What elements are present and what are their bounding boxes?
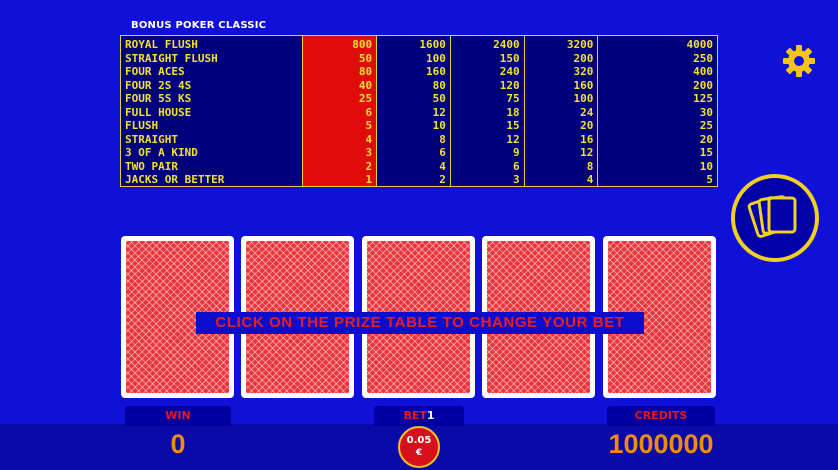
bet-label-tab: BET1 xyxy=(374,406,464,426)
payout-cell: 9 xyxy=(513,146,520,159)
payout-cell: 15 xyxy=(506,119,520,132)
payout-cell: 50 xyxy=(432,92,446,105)
payout-cell: 150 xyxy=(499,51,520,65)
hand-name: FOUR 2S 4S xyxy=(125,78,192,92)
hand-name: 3 OF A KIND xyxy=(125,146,198,159)
payout-cell: 20 xyxy=(699,132,714,146)
payout-cell: 50 xyxy=(358,51,373,65)
payout-cell: 2 xyxy=(439,173,446,186)
payout-cell: 100 xyxy=(426,51,446,65)
payout-cell: 2 xyxy=(365,159,373,173)
coin-value: 0.05 xyxy=(406,435,432,446)
payout-cell: 250 xyxy=(693,51,714,65)
hand-name: FOUR 5S KS xyxy=(125,92,192,105)
hand-name: JACKS OR BETTER xyxy=(125,173,225,186)
payout-cell: 5 xyxy=(365,119,373,132)
gear-icon xyxy=(783,45,815,77)
bet-2-column[interactable]: 1600 100 160 80 50 12 10 8 6 4 2 xyxy=(377,36,451,186)
payout-cell: 5 xyxy=(706,173,714,186)
payout-cell: 16 xyxy=(580,132,594,146)
credits-label: CREDITS xyxy=(607,406,715,426)
bet-5-column[interactable]: 4000 250 400 200 125 30 25 20 15 10 5 xyxy=(598,36,717,186)
hand-name: ROYAL FLUSH xyxy=(125,38,198,51)
hand-name: FLUSH xyxy=(125,119,159,132)
payout-cell: 24 xyxy=(580,105,594,119)
bet-1-column[interactable]: 800 50 80 40 25 6 5 4 3 2 1 xyxy=(303,36,378,186)
payout-cell: 200 xyxy=(693,78,714,92)
payout-cell: 4 xyxy=(586,173,594,186)
coin-currency: € xyxy=(415,448,423,458)
payout-cell: 8 xyxy=(439,132,446,146)
payout-cell: 10 xyxy=(699,159,714,173)
payout-cell: 80 xyxy=(432,78,446,92)
payout-cell: 4 xyxy=(439,159,446,173)
cards-icon xyxy=(747,195,797,238)
payout-cell: 40 xyxy=(358,78,373,92)
payout-cell: 320 xyxy=(573,65,594,78)
payout-cell: 2400 xyxy=(493,38,520,51)
settings-button[interactable] xyxy=(781,43,817,79)
payout-cell: 3 xyxy=(513,173,520,186)
payout-cell: 3200 xyxy=(566,38,594,51)
payout-cell: 6 xyxy=(365,105,373,119)
payout-cell: 80 xyxy=(358,65,373,78)
payout-cell: 800 xyxy=(352,38,373,51)
payout-cell: 15 xyxy=(699,146,714,159)
payout-cell: 12 xyxy=(580,146,594,159)
payout-cell: 4000 xyxy=(686,38,714,51)
bet-label: BET xyxy=(403,409,427,422)
hand-name: FOUR ACES xyxy=(125,65,185,78)
hand-name: FULL HOUSE xyxy=(125,105,192,119)
payout-cell: 1600 xyxy=(419,38,446,51)
payout-cell: 25 xyxy=(699,119,714,132)
credits-value: 1000000 xyxy=(608,429,714,459)
game-title: BONUS POKER CLASSIC xyxy=(131,20,267,31)
payout-cell: 240 xyxy=(499,65,520,78)
payout-cell: 120 xyxy=(499,78,520,92)
hand-name: STRAIGHT xyxy=(125,132,178,146)
payout-cell: 75 xyxy=(506,92,520,105)
bet-3-column[interactable]: 2400 150 240 120 75 18 15 12 9 6 3 xyxy=(451,36,525,186)
payout-cell: 1 xyxy=(365,173,373,186)
payout-cell: 20 xyxy=(580,119,594,132)
payout-cell: 100 xyxy=(573,92,594,105)
prize-table[interactable]: ROYAL FLUSH STRAIGHT FLUSH FOUR ACES FOU… xyxy=(120,35,718,187)
win-value: 0 xyxy=(170,429,186,459)
payout-cell: 200 xyxy=(573,51,594,65)
payout-cell: 12 xyxy=(506,132,520,146)
payout-cell: 6 xyxy=(439,146,446,159)
coin-value-button[interactable]: 0.05 € xyxy=(398,426,440,468)
payout-cell: 6 xyxy=(513,159,520,173)
payout-cell: 18 xyxy=(506,105,520,119)
hand-name: TWO PAIR xyxy=(125,159,178,173)
hand-name: STRAIGHT FLUSH xyxy=(125,51,218,65)
payout-cell: 125 xyxy=(693,92,714,105)
payout-cell: 8 xyxy=(586,159,594,173)
payout-cell: 3 xyxy=(365,146,373,159)
deal-button[interactable] xyxy=(731,174,819,262)
payout-cell: 160 xyxy=(426,65,446,78)
payout-cell: 25 xyxy=(358,92,373,105)
payout-cell: 160 xyxy=(573,78,594,92)
bet-4-column[interactable]: 3200 200 320 160 100 24 20 16 12 8 4 xyxy=(525,36,599,186)
payout-cell: 12 xyxy=(432,105,446,119)
payout-cell: 10 xyxy=(432,119,446,132)
payout-cell: 400 xyxy=(693,65,714,78)
instruction-message: CLICK ON THE PRIZE TABLE TO CHANGE YOUR … xyxy=(196,312,644,334)
payout-cell: 30 xyxy=(699,105,714,119)
payout-cell: 4 xyxy=(365,132,373,146)
hand-names-column: ROYAL FLUSH STRAIGHT FLUSH FOUR ACES FOU… xyxy=(121,36,304,186)
bet-level: 1 xyxy=(426,409,435,422)
win-label: WIN xyxy=(125,406,231,426)
